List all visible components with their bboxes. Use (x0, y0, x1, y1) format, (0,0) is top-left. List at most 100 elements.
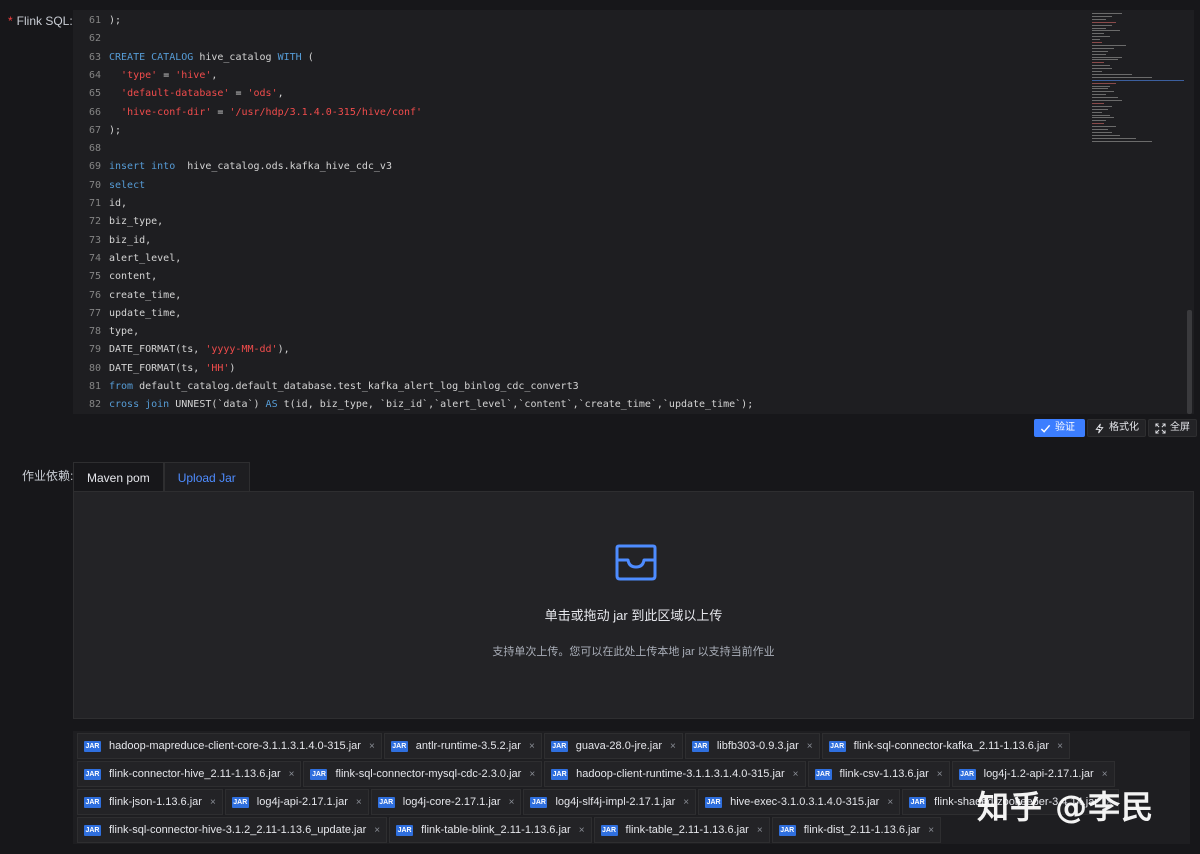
minimap-line (1092, 65, 1110, 67)
validate-button[interactable]: 验证 (1034, 419, 1085, 437)
jar-file-item[interactable]: JAR flink-connector-hive_2.11-1.13.6.jar × (77, 761, 302, 787)
remove-file-icon[interactable]: × (369, 741, 375, 752)
jar-upload-dropzone[interactable]: 单击或拖动 jar 到此区域以上传 支持单次上传。您可以在此处上传本地 jar … (73, 491, 1194, 719)
remove-file-icon[interactable]: × (374, 825, 380, 836)
code-line: 'hive-conf-dir' = '/usr/hdp/3.1.4.0-315/… (109, 104, 422, 122)
line-number: 74 (88, 252, 101, 264)
jar-file-icon: JAR (377, 796, 395, 808)
jar-file-item[interactable]: JAR hadoop-mapreduce-client-core-3.1.1.3.… (77, 733, 382, 759)
remove-file-icon[interactable]: × (807, 741, 813, 752)
tab-maven-pom[interactable]: Maven pom (73, 462, 164, 492)
line-number: 62 (88, 33, 101, 45)
minimap-line (1092, 62, 1104, 64)
remove-file-icon[interactable]: × (670, 741, 676, 752)
code-token: create_time, (109, 289, 182, 301)
remove-file-icon[interactable]: × (529, 741, 535, 752)
remove-file-icon[interactable]: × (928, 825, 934, 836)
code-token: ) (229, 362, 236, 374)
jar-file-name: libfb303-0.9.3.jar (716, 740, 799, 752)
line-number: 70 (88, 179, 101, 191)
jar-file-icon: JAR (705, 796, 723, 808)
minimap-line (1092, 111, 1102, 113)
jar-file-item[interactable]: JAR libfb303-0.9.3.jar × (684, 733, 820, 759)
jar-file-item[interactable]: JAR flink-table-blink_2.11-1.13.6.jar × (389, 817, 592, 843)
jar-file-item[interactable]: JAR flink-sql-connector-hive-3.1.2_2.11-1… (77, 817, 388, 843)
remove-file-icon[interactable]: × (793, 769, 799, 780)
editor-scrollbar[interactable] (1187, 310, 1192, 414)
jar-file-name: flink-connector-hive_2.11-1.13.6.jar (109, 768, 281, 780)
line-number: 73 (88, 234, 101, 246)
remove-file-icon[interactable]: × (683, 797, 689, 808)
jar-file-item[interactable]: JAR flink-csv-1.13.6.jar × (807, 761, 950, 787)
minimap-line (1092, 15, 1112, 17)
code-line: alert_level, (109, 250, 181, 268)
jar-file-item[interactable]: JAR flink-sql-connector-mysql-cdc-2.3.0.j… (303, 761, 543, 787)
jar-file-item[interactable]: JAR antlr-runtime-3.5.2.jar × (383, 733, 542, 759)
jar-file-item[interactable]: JAR flink-table_2.11-1.13.6.jar × (593, 817, 770, 843)
jar-file-item[interactable]: JAR guava-28.0-jre.jar × (543, 733, 683, 759)
minimap-line (1092, 134, 1120, 136)
code-area[interactable]: ); CREATE CATALOG hive_catalog WITH ( 'ty… (109, 10, 1074, 414)
tab-upload-jar[interactable]: Upload Jar (163, 462, 250, 492)
minimap-line (1092, 100, 1122, 101)
jar-file-item[interactable]: JAR hive-exec-3.1.0.3.1.4.0-315.jar × (698, 789, 901, 815)
fullscreen-button[interactable]: 全屏 (1148, 419, 1197, 437)
jar-file-item[interactable]: JAR flink-dist_2.11-1.13.6.jar × (771, 817, 942, 843)
remove-file-icon[interactable]: × (579, 825, 585, 836)
minimap-line (1092, 82, 1116, 84)
jar-file-icon: JAR (84, 824, 101, 836)
code-token: insert into (109, 161, 176, 173)
jar-file-icon: JAR (530, 796, 548, 808)
flink-sql-label-text: Flink SQL (16, 14, 70, 28)
code-line: select (109, 177, 145, 195)
line-number: 80 (88, 362, 101, 374)
remove-file-icon[interactable]: × (529, 769, 535, 780)
jar-file-item[interactable]: JAR hadoop-client-runtime-3.1.1.3.1.4.0-3… (544, 761, 806, 787)
jar-file-name: hadoop-mapreduce-client-core-3.1.1.3.1.4… (109, 740, 361, 752)
code-line: ); (109, 12, 121, 30)
remove-file-icon[interactable]: × (356, 797, 362, 808)
jar-file-icon: JAR (310, 768, 328, 780)
code-token: = (157, 69, 176, 81)
jar-file-item[interactable]: JAR log4j-api-2.17.1.jar × (224, 789, 369, 815)
dependency-tabs: Maven pom Upload Jar (73, 462, 250, 492)
code-token: default_catalog.default_database.test_ka… (133, 381, 579, 392)
editor-minimap[interactable] (1089, 10, 1194, 145)
remove-file-icon[interactable]: × (887, 797, 893, 808)
jar-file-icon: JAR (551, 768, 569, 780)
code-line: DATE_FORMAT(ts, 'HH') (109, 360, 235, 378)
jar-file-name: flink-sql-connector-hive-3.1.2_2.11-1.13… (109, 824, 367, 836)
minimap-line (1092, 71, 1102, 72)
minimap-line (1092, 76, 1152, 78)
code-token: = (229, 88, 248, 100)
jar-file-item[interactable]: JAR flink-json-1.13.6.jar × (77, 789, 223, 815)
line-number: 65 (88, 88, 101, 100)
remove-file-icon[interactable]: × (937, 769, 943, 780)
remove-file-icon[interactable]: × (1057, 741, 1063, 752)
minimap-line (1092, 53, 1106, 55)
remove-file-icon[interactable]: × (210, 797, 216, 808)
jar-file-name: flink-csv-1.13.6.jar (839, 768, 929, 780)
jar-file-item[interactable]: JAR log4j-slf4j-impl-2.17.1.jar × (523, 789, 697, 815)
jar-file-icon: JAR (958, 768, 976, 780)
editor-toolbar: 验证 格式化 全屏 (1034, 419, 1197, 437)
minimap-line (1092, 105, 1112, 107)
minimap-line (1092, 13, 1122, 14)
file-row: JAR hadoop-mapreduce-client-core-3.1.1.3.… (77, 733, 1186, 759)
sql-code-editor[interactable]: 61 62 63 64 65 66 67 68 69 70 71 72 73 74 75 76 77 78 79 80… (73, 10, 1194, 414)
remove-file-icon[interactable]: × (289, 769, 295, 780)
line-number: 77 (88, 307, 101, 319)
code-token: hive_catalog (193, 51, 278, 63)
code-token: id, (109, 198, 128, 209)
remove-file-icon[interactable]: × (1102, 769, 1108, 780)
code-token: WITH (277, 51, 302, 63)
format-button[interactable]: 格式化 (1087, 419, 1146, 437)
remove-file-icon[interactable]: × (509, 797, 515, 808)
remove-file-icon[interactable]: × (757, 825, 763, 836)
code-token: CREATE CATALOG (109, 51, 194, 63)
minimap-line (1092, 30, 1120, 32)
zhihu-watermark: 知乎 @李民 (977, 788, 1155, 826)
jar-file-item[interactable]: JAR flink-sql-connector-kafka_2.11-1.13.6… (821, 733, 1070, 759)
jar-file-item[interactable]: JAR log4j-core-2.17.1.jar × (370, 789, 522, 815)
line-number: 64 (88, 69, 101, 81)
